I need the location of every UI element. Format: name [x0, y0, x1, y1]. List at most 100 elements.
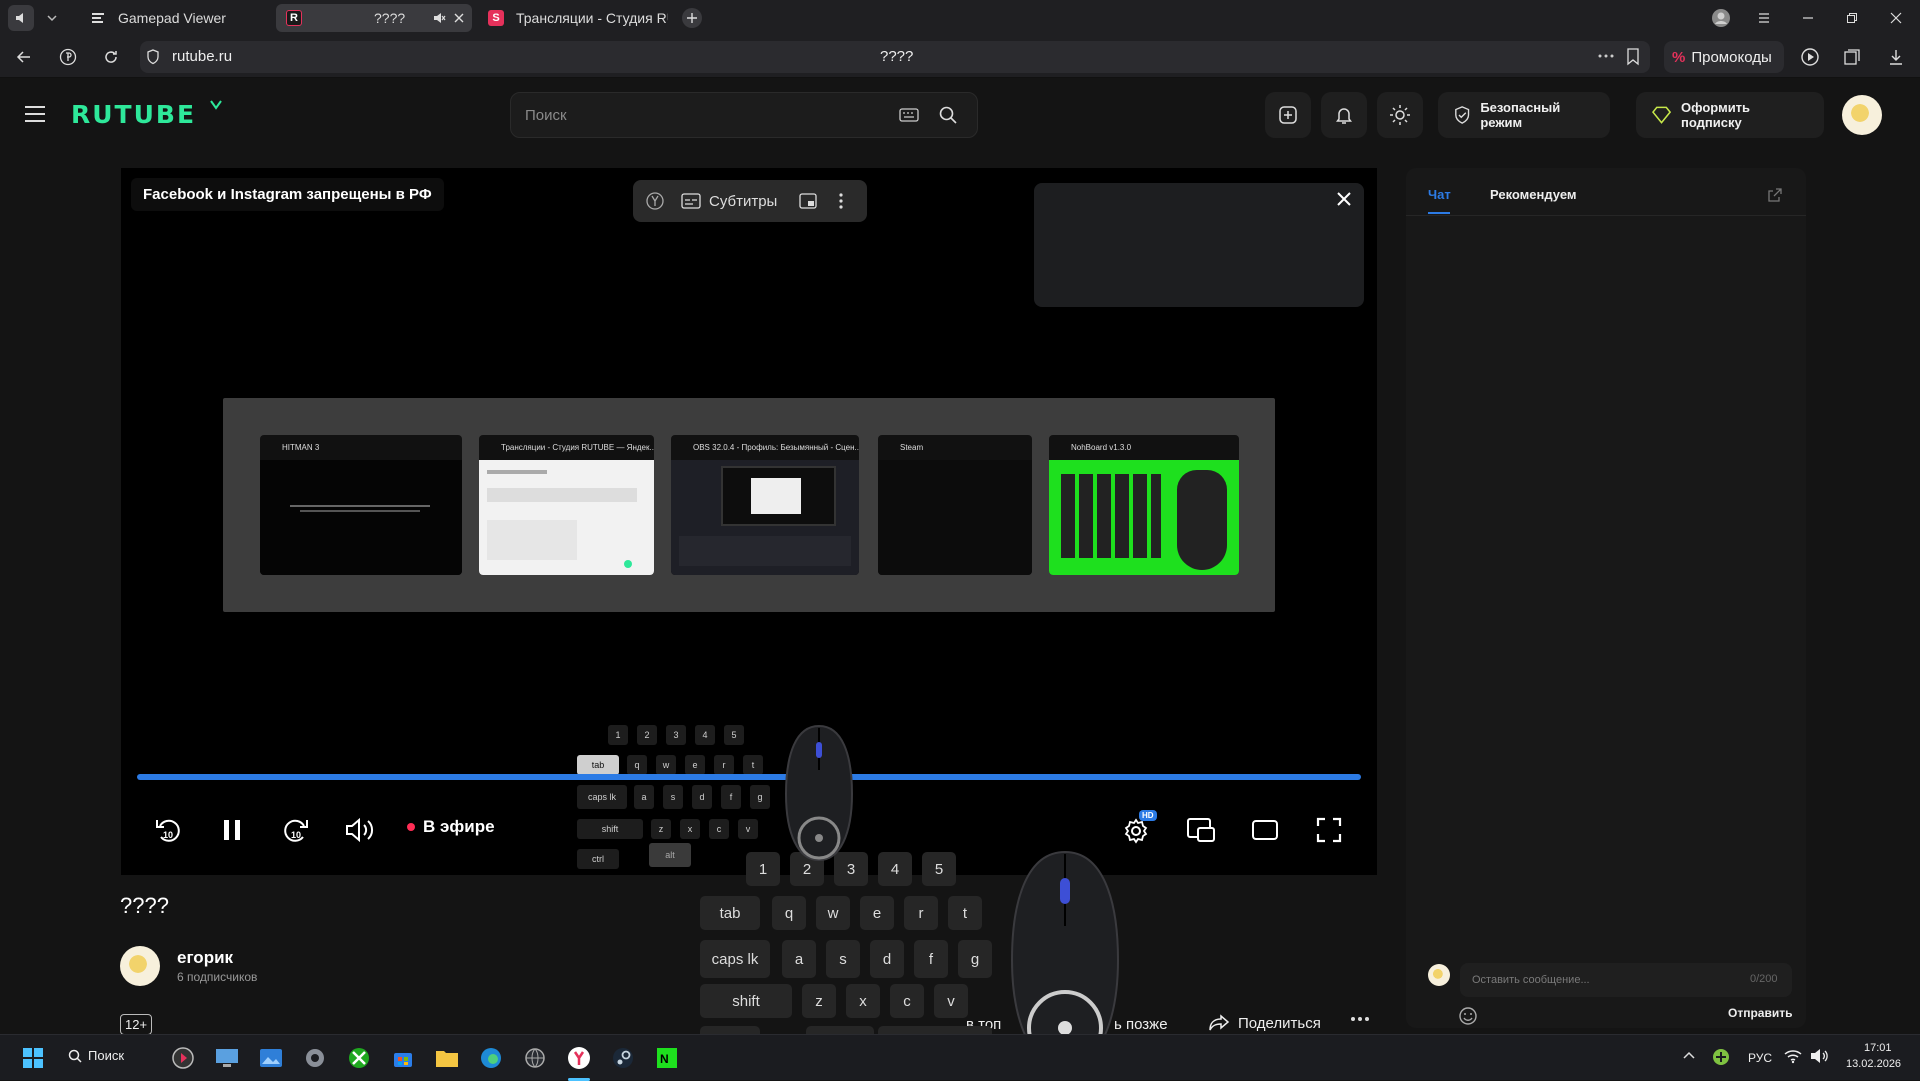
tray-expand-icon[interactable] [1682, 1050, 1696, 1060]
channel-name[interactable]: егорик [177, 948, 233, 968]
network-app-icon[interactable] [520, 1043, 550, 1073]
close-popup-icon[interactable] [1336, 191, 1352, 207]
xbox-icon[interactable] [344, 1043, 374, 1073]
file-explorer-icon[interactable] [432, 1043, 462, 1073]
settings-app-icon[interactable] [300, 1043, 330, 1073]
restore-icon[interactable] [1840, 6, 1864, 30]
send-button[interactable]: Отправить [1728, 1006, 1792, 1020]
chat-message-input[interactable] [1472, 972, 1722, 988]
speaker-icon[interactable] [1810, 1048, 1828, 1064]
key-row-q: w [816, 896, 850, 930]
pause-icon [224, 820, 240, 840]
photos-icon[interactable] [256, 1043, 286, 1073]
key-row-q: w [656, 755, 676, 775]
key-row-q: t [948, 896, 982, 930]
promo-button[interactable]: % Промокоды [1664, 41, 1784, 73]
store-icon[interactable] [388, 1043, 418, 1073]
rutube-logo[interactable]: RUTUBE [71, 100, 196, 129]
safe-mode-label: Безопасный режим [1480, 100, 1561, 130]
search-icon[interactable] [939, 106, 957, 124]
bookmark-icon[interactable] [1626, 48, 1640, 66]
settings-button[interactable]: HD [1117, 810, 1157, 850]
input-language[interactable]: РУС [1748, 1051, 1772, 1065]
profile-icon[interactable] [1709, 6, 1733, 30]
windows-start-icon[interactable] [18, 1043, 48, 1073]
rutube-favicon-icon: R [286, 10, 302, 26]
back-icon[interactable] [12, 45, 36, 69]
tab-recommended[interactable]: Рекомендуем [1490, 187, 1577, 202]
toolbar-more-icon[interactable] [839, 193, 843, 209]
edge-icon[interactable] [476, 1043, 506, 1073]
key-row-z: v [934, 984, 968, 1018]
keyboard-icon[interactable] [899, 107, 919, 123]
chat-message-box[interactable]: 0/200 [1460, 963, 1792, 997]
progress-bar[interactable] [137, 774, 1361, 780]
more-dots-icon[interactable] [1598, 54, 1614, 58]
user-avatar[interactable] [1842, 95, 1882, 135]
thumb-preview [671, 460, 859, 575]
media-play-icon[interactable] [1798, 45, 1822, 69]
volume-button[interactable] [340, 810, 380, 850]
search-input[interactable] [525, 103, 885, 127]
share-button[interactable]: Поделиться [1208, 1014, 1321, 1032]
reload-icon[interactable] [99, 45, 123, 69]
subscribe-button[interactable]: Оформить подписку [1636, 92, 1824, 138]
tab-rutube-active[interactable]: R ???? [276, 4, 472, 32]
wifi-icon[interactable] [1784, 1048, 1802, 1064]
forward-10-button[interactable]: 10 [276, 810, 316, 850]
fullscreen-button[interactable] [1309, 810, 1349, 850]
hamburger-menu-icon[interactable] [24, 104, 46, 124]
url-box[interactable]: rutube.ru ???? [140, 41, 1650, 73]
media-player-icon[interactable] [168, 1043, 198, 1073]
key-row-q: t [743, 755, 763, 775]
video-title: ???? [120, 893, 169, 918]
url-text[interactable]: rutube.ru [172, 48, 232, 65]
switcher-thumb-title: Steam [900, 443, 924, 452]
channel-avatar[interactable] [120, 946, 160, 986]
picture-in-picture-icon[interactable] [799, 193, 817, 209]
tab-list-chevron-icon[interactable] [46, 12, 58, 24]
search-box[interactable] [510, 92, 978, 138]
clock-time[interactable]: 17:01 [1864, 1042, 1892, 1054]
emoji-icon[interactable] [1458, 1006, 1478, 1026]
upload-button[interactable] [1265, 92, 1311, 138]
safe-mode-button[interactable]: Безопасный режим [1438, 92, 1610, 138]
nohboard-icon[interactable]: N [652, 1043, 682, 1073]
tab-studio[interactable]: S Трансляции - Студия RUT [478, 4, 668, 32]
notifications-button[interactable] [1321, 92, 1367, 138]
more-actions-icon[interactable] [1350, 1016, 1370, 1022]
theater-mode-button[interactable] [1245, 810, 1285, 850]
taskbar-search-button[interactable]: Поиск [68, 1048, 124, 1063]
yandex-icon[interactable] [56, 45, 80, 69]
popout-icon[interactable] [1768, 188, 1782, 202]
video-player[interactable]: Facebook и Instagram запрещены в РФ Субт… [121, 168, 1377, 875]
pause-button[interactable] [212, 810, 252, 850]
collections-icon[interactable] [1840, 45, 1864, 69]
yandex-assistant-icon[interactable] [645, 191, 665, 211]
rewind-10-button[interactable]: 10 [148, 810, 188, 850]
miniplayer-button[interactable] [1181, 810, 1221, 850]
mute-tab-icon[interactable] [432, 11, 446, 25]
tab-gamepad-viewer[interactable]: Gamepad Viewer [80, 4, 270, 32]
steam-icon[interactable] [608, 1043, 638, 1073]
tray-app-icon[interactable] [1712, 1048, 1730, 1066]
svg-text:10: 10 [291, 830, 301, 840]
browser-menu-icon[interactable] [1752, 6, 1776, 30]
minimize-icon[interactable] [1796, 6, 1820, 30]
share-label: Поделиться [1238, 1014, 1321, 1032]
theme-toggle-button[interactable] [1377, 92, 1423, 138]
tab-chat[interactable]: Чат [1428, 187, 1451, 202]
subtitles-button[interactable]: Субтитры [681, 193, 777, 210]
tab-audio-icon[interactable] [8, 5, 34, 31]
clock-date[interactable]: 13.02.2026 [1846, 1058, 1901, 1070]
key-row-a: g [750, 785, 770, 809]
yandex-browser-icon[interactable] [564, 1043, 594, 1073]
shield-icon[interactable] [146, 49, 160, 65]
remote-desktop-icon[interactable] [212, 1043, 242, 1073]
new-tab-icon[interactable] [682, 8, 702, 28]
close-window-icon[interactable] [1884, 6, 1908, 30]
key-row-z: z [651, 819, 671, 839]
close-tab-icon[interactable] [452, 11, 466, 25]
download-icon[interactable] [1884, 45, 1908, 69]
thumb-preview [260, 460, 462, 575]
